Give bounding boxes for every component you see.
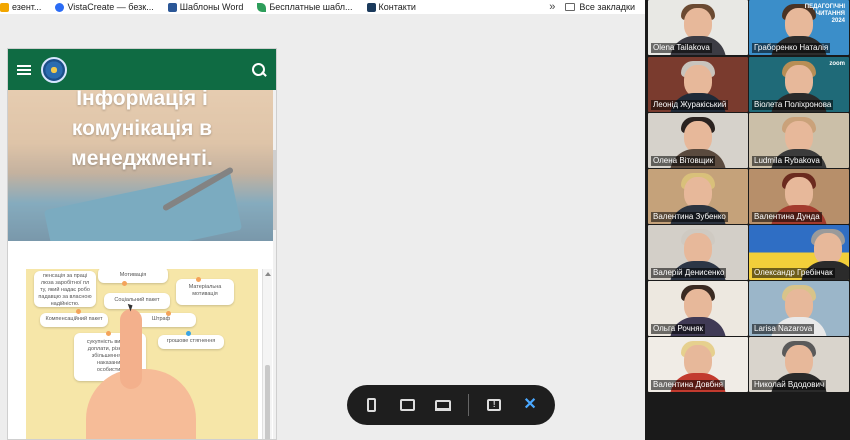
video-card: Соціальний пакет xyxy=(104,293,170,309)
bookmark-word-templates[interactable]: Шаблоны Word xyxy=(167,2,244,12)
participant-name: Ольга Рочняк xyxy=(651,324,706,334)
embedded-video[interactable]: пенсація за праці люза заробітної пл ту,… xyxy=(26,269,258,439)
participant-name: Валерій Денисенко xyxy=(651,268,727,278)
preview-scroll-thumb[interactable] xyxy=(273,150,276,230)
mobile-view-button[interactable] xyxy=(361,394,383,416)
vistacreate-icon xyxy=(55,2,65,12)
connector-dot xyxy=(186,331,191,336)
participant-name: Николай Вдодович xyxy=(752,380,827,390)
participant-name: Валентина Довбня xyxy=(651,380,725,390)
video-scrollbar[interactable] xyxy=(262,269,272,439)
all-bookmarks-label: Все закладки xyxy=(579,2,635,12)
connector-dot xyxy=(166,311,171,316)
participant-name: Олена Вітовщик xyxy=(651,156,716,166)
participant-tile[interactable]: Леонід Жуpакіський xyxy=(648,57,748,112)
menu-icon[interactable] xyxy=(17,64,31,75)
participant-tile[interactable]: Николай Вдодович xyxy=(749,337,849,392)
video-card: Компенсаційний пакет xyxy=(40,313,108,327)
participant-name: Леонід Жуpакіський xyxy=(651,100,729,110)
hero-title: Інформація і комунікація в менеджменті. xyxy=(71,90,213,170)
site-app-bar xyxy=(8,49,276,90)
scroll-thumb[interactable] xyxy=(265,365,270,439)
preview-scrollbar[interactable] xyxy=(273,90,276,439)
participant-tile[interactable]: Валентина Довбня xyxy=(648,337,748,392)
bookmark-label: Бесплатные шабл... xyxy=(269,2,353,12)
participant-name: Віолета Поліхронова xyxy=(752,100,834,110)
participants-panel: Olena Tailakova ПЕДАГОГІЧНІ ЧИТАННЯ 2024… xyxy=(645,0,850,440)
participant-tile[interactable]: ПЕДАГОГІЧНІ ЧИТАННЯ 2024 Грабоpенко Ната… xyxy=(749,0,849,55)
video-card: Мотивація xyxy=(98,269,168,283)
toolbar-divider xyxy=(468,394,470,416)
participant-tile[interactable]: Олександр Гребінчак xyxy=(749,225,849,280)
connector-dot xyxy=(196,277,201,282)
connector-dot xyxy=(106,331,111,336)
mobile-preview: Інформація і комунікація в менеджменті. … xyxy=(7,48,277,440)
site-logo-icon[interactable] xyxy=(41,56,67,83)
video-card: пенсація за праці люза заробітної пл ту,… xyxy=(34,271,96,307)
folder-icon xyxy=(565,3,576,11)
bookmark-vistacreate[interactable]: VistaCreate — безк... xyxy=(55,2,154,12)
connector-dot xyxy=(76,309,81,314)
participant-tile[interactable]: Ольга Рочняк xyxy=(648,281,748,336)
bookmark-label: Шаблоны Word xyxy=(179,2,244,12)
video-card: грошове стягнення xyxy=(158,335,224,349)
tablet-view-button[interactable] xyxy=(397,394,419,416)
bookmark-presentation[interactable]: езент... xyxy=(0,2,41,12)
all-bookmarks-button[interactable]: Все закладки xyxy=(565,2,635,12)
participant-tile[interactable]: Валентина Дунда xyxy=(749,169,849,224)
laptop-view-icon xyxy=(435,399,452,411)
scroll-up-icon[interactable] xyxy=(265,272,271,276)
bookmark-contacts[interactable]: Контакти xyxy=(366,2,416,12)
participant-name: Олександр Гребінчак xyxy=(752,268,835,278)
participant-tile[interactable]: Larisa Nazarova xyxy=(749,281,849,336)
connector-dot xyxy=(122,281,127,286)
participant-name: Валентина Дунда xyxy=(752,212,822,222)
event-badge: ПЕДАГОГІЧНІ ЧИТАННЯ 2024 xyxy=(804,4,845,24)
leaf-icon xyxy=(257,2,267,12)
finger-image xyxy=(120,309,142,389)
bookmarks-more-button[interactable]: » xyxy=(549,1,555,13)
mobile-view-icon xyxy=(367,398,377,412)
contacts-icon xyxy=(366,2,376,12)
participant-tile[interactable]: Olena Tailakova xyxy=(648,0,748,55)
bookmark-label: езент... xyxy=(12,2,42,12)
desktop-view-button[interactable] xyxy=(433,394,455,416)
feedback-icon: ! xyxy=(487,399,502,411)
bookmarks-bar: езент... VistaCreate — безк... Шаблоны W… xyxy=(0,0,645,14)
tablet-view-icon xyxy=(400,399,416,411)
participant-name: Larisa Nazarova xyxy=(752,324,815,334)
browser-content: Інформація і комунікація в менеджменті. … xyxy=(0,14,645,440)
participant-name: Валентина Зубенко xyxy=(651,212,728,222)
preview-device-toolbar: ! ✕ xyxy=(347,385,555,425)
search-icon[interactable] xyxy=(251,62,267,78)
close-icon: ✕ xyxy=(523,396,537,413)
template-icon xyxy=(167,2,177,12)
participant-tile[interactable]: Валентина Зубенко xyxy=(648,169,748,224)
bookmark-label: VistaCreate — безк... xyxy=(67,2,154,12)
hero-banner: Інформація і комунікація в менеджменті. xyxy=(8,90,276,241)
participant-tile[interactable]: Олена Вітовщик xyxy=(648,113,748,168)
bookmark-free-templates[interactable]: Бесплатные шабл... xyxy=(257,2,353,12)
close-preview-button[interactable]: ✕ xyxy=(519,394,541,416)
participant-tile[interactable]: Ludmila Rybakova xyxy=(749,113,849,168)
participant-tile[interactable]: Валерій Денисенко xyxy=(648,225,748,280)
participant-name: Olena Tailakova xyxy=(651,43,712,53)
zoom-badge: zoom xyxy=(829,61,845,67)
participant-name: Ludmila Rybakova xyxy=(752,156,822,166)
bookmark-label: Контакти xyxy=(378,2,416,12)
participant-name: Грабоpенко Наталія xyxy=(752,43,831,53)
participant-tile[interactable]: zoom Віолета Поліхронова xyxy=(749,57,849,112)
presentation-icon xyxy=(0,2,9,12)
video-card: Матеріальна мотивація xyxy=(176,279,234,305)
feedback-button[interactable]: ! xyxy=(483,394,505,416)
